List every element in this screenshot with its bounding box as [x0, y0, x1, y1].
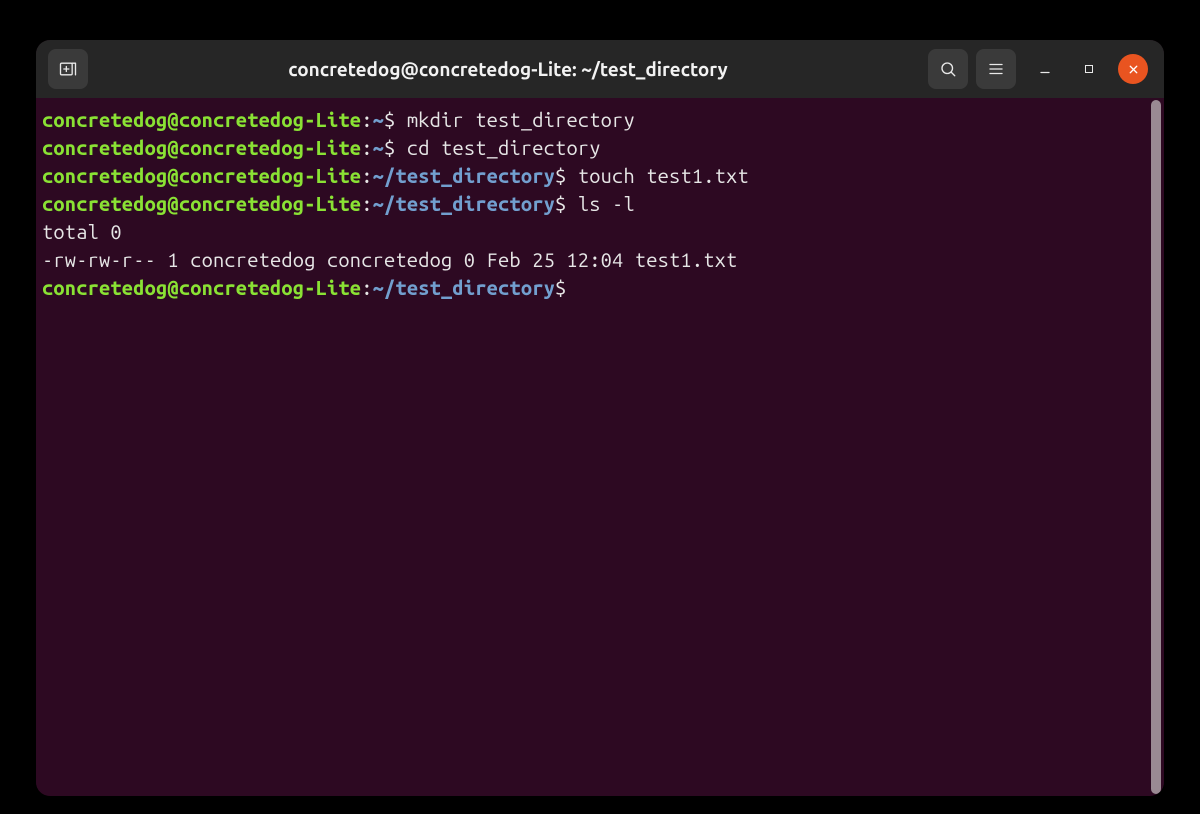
command-1: mkdir test_directory: [407, 108, 635, 131]
prompt-path-cwd: ~/test_directory: [373, 164, 555, 187]
prompt-path-home: ~: [373, 108, 384, 131]
maximize-button[interactable]: [1074, 54, 1104, 84]
minimize-button[interactable]: [1030, 54, 1060, 84]
command-2: cd test_directory: [407, 136, 601, 159]
command-4: ls -l: [578, 192, 635, 215]
output-line-1: total 0: [42, 220, 122, 243]
window-title: concretedog@concretedog-Lite: ~/test_dir…: [288, 58, 727, 80]
new-tab-button[interactable]: [48, 49, 88, 89]
prompt-host: concretedog-Lite: [179, 108, 361, 131]
hamburger-menu-button[interactable]: [976, 49, 1016, 89]
terminal-window: concretedog@concretedog-Lite: ~/test_dir…: [36, 40, 1164, 796]
prompt-sep: :: [361, 108, 372, 131]
search-button[interactable]: [928, 49, 968, 89]
terminal-area: concretedog@concretedog-Lite:~$ mkdir te…: [36, 98, 1164, 796]
prompt-symbol: $: [384, 108, 395, 131]
prompt-user: concretedog: [42, 108, 167, 131]
output-line-2: -rw-rw-r-- 1 concretedog concretedog 0 F…: [42, 248, 737, 271]
close-button[interactable]: [1118, 54, 1148, 84]
command-3: touch test1.txt: [578, 164, 749, 187]
prompt-at: @: [167, 108, 178, 131]
prompt-current: $: [555, 276, 566, 299]
terminal-output[interactable]: concretedog@concretedog-Lite:~$ mkdir te…: [36, 98, 1148, 796]
scrollbar[interactable]: [1148, 98, 1164, 796]
titlebar: concretedog@concretedog-Lite: ~/test_dir…: [36, 40, 1164, 98]
window-controls: [1030, 54, 1148, 84]
scrollbar-thumb[interactable]: [1151, 100, 1161, 794]
